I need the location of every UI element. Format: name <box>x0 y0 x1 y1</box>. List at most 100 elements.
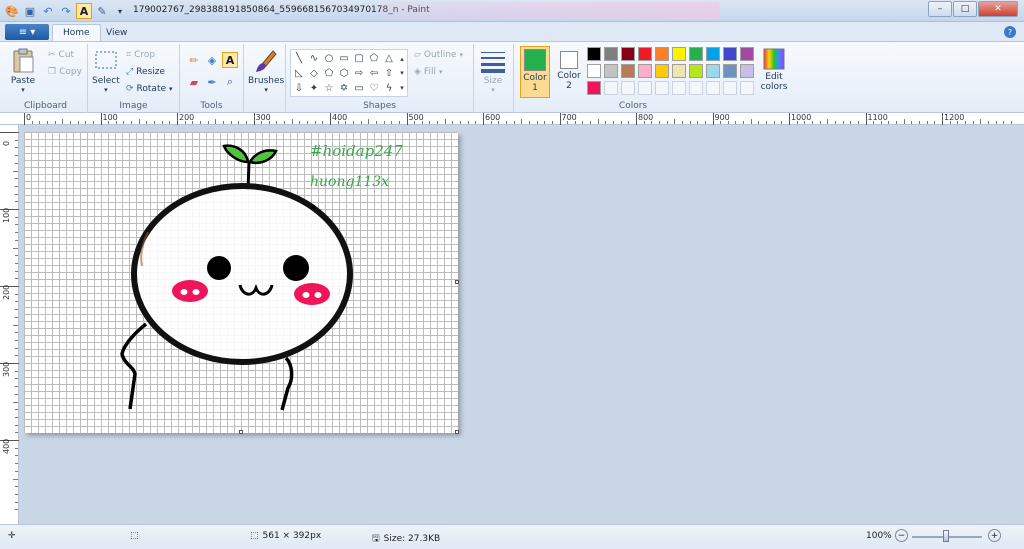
crop-button[interactable]: ⌗ Crop <box>126 50 155 60</box>
palette-swatch[interactable] <box>621 64 635 78</box>
shapes-scroll-up-icon[interactable]: ▴ <box>395 52 409 66</box>
paint-app-icon[interactable]: 🎨 <box>4 3 20 19</box>
redo-icon[interactable]: ↷ <box>58 3 74 19</box>
paste-button[interactable]: Paste ▾ <box>10 48 36 94</box>
shapes-expand-icon[interactable]: ▾ <box>395 81 409 95</box>
palette-swatch[interactable] <box>706 64 720 78</box>
left-arrow-shape-icon[interactable]: ⇦ <box>367 66 381 80</box>
tab-home[interactable]: Home <box>52 24 101 41</box>
resize-button[interactable]: ⤢ Resize <box>126 67 165 77</box>
eraser-icon[interactable]: ▰ <box>186 74 202 90</box>
six-point-star-shape-icon[interactable]: ✡ <box>337 81 351 95</box>
fill-button[interactable]: ◈ Fill ▾ <box>414 67 442 77</box>
rectangle-shape-icon[interactable]: ▭ <box>337 51 351 65</box>
palette-swatch[interactable] <box>621 47 635 61</box>
palette-swatch[interactable] <box>672 81 686 95</box>
outline-button[interactable]: ▱ Outline ▾ <box>414 50 463 60</box>
hexagon-shape-icon[interactable]: ⬡ <box>337 66 351 80</box>
customize-qat-icon[interactable]: ▾ <box>112 3 128 19</box>
palette-swatch[interactable] <box>604 64 618 78</box>
palette-swatch[interactable] <box>621 81 635 95</box>
ruler-minor-tick <box>574 121 576 124</box>
palette-swatch[interactable] <box>587 81 601 95</box>
right-eye <box>283 255 309 281</box>
rotate-button[interactable]: ⟳ Rotate ▾ <box>126 84 173 94</box>
pencil-icon[interactable]: ✏ <box>186 52 202 68</box>
palette-swatch[interactable] <box>587 47 601 61</box>
minimize-button[interactable]: – <box>928 1 952 17</box>
line-shape-icon[interactable]: ╲ <box>292 51 306 65</box>
palette-swatch[interactable] <box>587 64 601 78</box>
color-picker-icon[interactable]: ✒ <box>204 74 220 90</box>
triangle-shape-icon[interactable]: △ <box>382 51 396 65</box>
cut-button[interactable]: ✂ Cut <box>48 50 74 60</box>
curve-shape-icon[interactable]: ∿ <box>307 51 321 65</box>
undo-icon[interactable]: ↶ <box>40 3 56 19</box>
edit-colors-button[interactable]: Edit colors <box>758 46 790 98</box>
palette-swatch[interactable] <box>723 64 737 78</box>
size-button[interactable]: Size ▾ <box>480 48 506 94</box>
palette-swatch[interactable] <box>706 81 720 95</box>
palette-swatch[interactable] <box>689 64 703 78</box>
palette-swatch[interactable] <box>672 47 686 61</box>
palette-swatch[interactable] <box>740 47 754 61</box>
palette-swatch[interactable] <box>689 47 703 61</box>
paint-menu-button[interactable]: ≡ ▾ <box>5 24 49 40</box>
palette-swatch[interactable] <box>706 47 720 61</box>
copy-button[interactable]: ❐ Copy <box>48 67 82 77</box>
palette-swatch[interactable] <box>604 47 618 61</box>
close-button[interactable]: ✕ <box>978 1 1018 17</box>
right-triangle-shape-icon[interactable]: ◺ <box>292 66 306 80</box>
palette-swatch[interactable] <box>740 81 754 95</box>
heart-shape-icon[interactable]: ♡ <box>367 81 381 95</box>
resize-handle-corner[interactable] <box>455 430 459 434</box>
pentagon-shape-icon[interactable]: ⬠ <box>322 66 336 80</box>
color-picker-qat-icon[interactable]: ✎ <box>94 3 110 19</box>
palette-swatch[interactable] <box>638 47 652 61</box>
up-arrow-shape-icon[interactable]: ⇧ <box>382 66 396 80</box>
resize-handle-right[interactable] <box>455 280 459 284</box>
four-point-star-shape-icon[interactable]: ✦ <box>307 81 321 95</box>
drawing-canvas[interactable]: #hoidap247 huong113x <box>24 132 459 434</box>
tab-view[interactable]: View <box>96 24 137 41</box>
text-tool-qat-icon[interactable]: A <box>76 3 92 19</box>
color2-button[interactable]: Color 2 <box>554 46 584 98</box>
lightning-shape-icon[interactable]: ϟ <box>382 81 396 95</box>
five-point-star-shape-icon[interactable]: ☆ <box>322 81 336 95</box>
ruler-minor-tick <box>15 193 18 195</box>
left-cheek <box>172 280 208 302</box>
resize-handle-bottom[interactable] <box>239 430 243 434</box>
palette-swatch[interactable] <box>604 81 618 95</box>
maximize-button[interactable]: □ <box>953 1 977 17</box>
diamond-shape-icon[interactable]: ◇ <box>307 66 321 80</box>
palette-swatch[interactable] <box>740 64 754 78</box>
palette-swatch[interactable] <box>638 64 652 78</box>
palette-swatch[interactable] <box>689 81 703 95</box>
palette-swatch[interactable] <box>638 81 652 95</box>
palette-swatch[interactable] <box>723 47 737 61</box>
down-arrow-shape-icon[interactable]: ⇩ <box>292 81 306 95</box>
zoom-level: 100% <box>866 531 892 541</box>
oval-shape-icon[interactable]: ○ <box>322 51 336 65</box>
magnifier-icon[interactable]: ⌕ <box>222 74 238 90</box>
palette-swatch[interactable] <box>655 47 669 61</box>
shapes-scroll-down-icon[interactable]: ▾ <box>395 66 409 80</box>
palette-swatch[interactable] <box>672 64 686 78</box>
save-icon[interactable]: ▣ <box>22 3 38 19</box>
help-icon[interactable]: ? <box>1004 26 1016 38</box>
select-button[interactable]: Select ▾ <box>92 48 120 94</box>
rounded-rectangle-shape-icon[interactable]: ▢ <box>352 51 366 65</box>
zoom-slider-thumb[interactable] <box>943 530 949 542</box>
callout-shape-icon[interactable]: ▭ <box>352 81 366 95</box>
palette-swatch[interactable] <box>723 81 737 95</box>
color1-button[interactable]: Color 1 <box>520 46 550 98</box>
zoom-out-button[interactable]: − <box>895 529 908 542</box>
polygon-shape-icon[interactable]: ⬠ <box>367 51 381 65</box>
zoom-in-button[interactable]: + <box>988 529 1001 542</box>
fill-bucket-icon[interactable]: ◈ <box>204 52 220 68</box>
brushes-button[interactable]: Brushes ▾ <box>248 48 284 94</box>
text-tool-icon[interactable]: A <box>222 52 238 68</box>
palette-swatch[interactable] <box>655 81 669 95</box>
right-arrow-shape-icon[interactable]: ⇨ <box>352 66 366 80</box>
palette-swatch[interactable] <box>655 64 669 78</box>
